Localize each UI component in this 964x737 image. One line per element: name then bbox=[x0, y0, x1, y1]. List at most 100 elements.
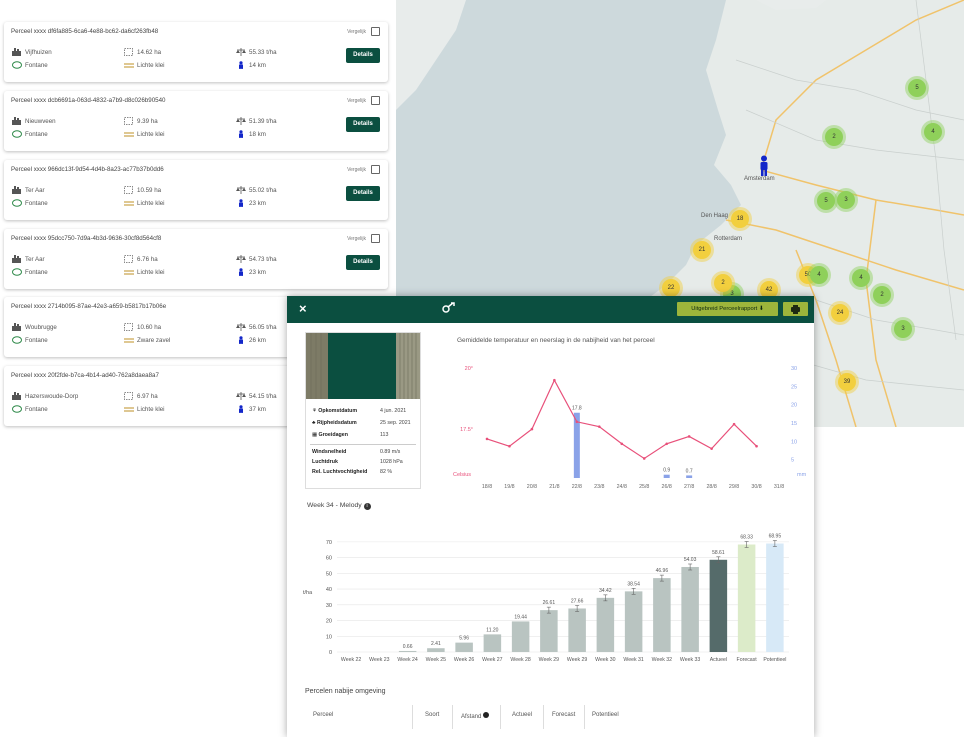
parcel-card[interactable]: Perceel xxxx df6fa885-6ca6-4e88-bc62-da6… bbox=[4, 22, 388, 82]
opkomst-value: 4 jun. 2021 bbox=[380, 408, 407, 414]
parcel-variety: Fontane bbox=[25, 405, 48, 413]
map-cluster[interactable]: 4 bbox=[810, 266, 828, 284]
plant-icon: ♣ bbox=[312, 420, 316, 426]
map-cluster[interactable]: 4 bbox=[924, 123, 942, 141]
groeidagen-value: 113 bbox=[380, 432, 389, 438]
groeidagen-label: Groeidagen bbox=[318, 432, 348, 438]
bar-value-label: 5.96 bbox=[459, 636, 469, 642]
groeidagen-row: ▦ Groeidagen 113 bbox=[312, 432, 388, 438]
parcel-location: Hazerswoude-Dorp bbox=[25, 392, 79, 400]
map-cluster[interactable]: 2 bbox=[873, 286, 891, 304]
bar-value-label: 68.95 bbox=[769, 534, 782, 540]
map-cluster[interactable]: 22 bbox=[662, 279, 680, 297]
map-cluster[interactable]: 24 bbox=[831, 304, 849, 322]
close-button[interactable]: × bbox=[299, 301, 307, 316]
scale-icon bbox=[236, 255, 246, 263]
print-button[interactable] bbox=[783, 302, 808, 316]
divider bbox=[500, 705, 501, 729]
bar-value-label: 19.44 bbox=[514, 614, 527, 620]
rijpheid-row: ♣ Rijpheidsdatum 25 sep. 2021 bbox=[312, 420, 411, 426]
potato-icon bbox=[12, 405, 22, 413]
druk-row: Luchtdruk 1028 hPa bbox=[312, 459, 403, 465]
map-cluster[interactable]: 4 bbox=[852, 269, 870, 287]
weather-chart: 20° 17.5° 30 25 20 15 10 5 Celsius mm 18/8 19/8 20/8… bbox=[453, 366, 807, 490]
parcel-location: Ter Aar bbox=[25, 186, 45, 194]
x-tick-label: 26/8 bbox=[662, 484, 672, 490]
vocht-value: 82 % bbox=[380, 469, 393, 475]
map-cluster[interactable]: 5 bbox=[908, 79, 926, 97]
bar-value-label: 0.9 bbox=[663, 468, 670, 474]
soil-icon bbox=[124, 407, 134, 412]
farm-icon bbox=[12, 48, 21, 56]
parcel-card[interactable]: Perceel xxxx 966dc13f-9d54-4d4b-8a23-ac7… bbox=[4, 160, 388, 220]
x-tick-label: 24/8 bbox=[617, 484, 627, 490]
x-tick-label: Week 25 bbox=[426, 657, 446, 663]
parcel-detail-panel: × Uitgebreid Perceelrapport ⬇ ⚘ Opkomstd… bbox=[287, 296, 814, 737]
x-tick-label: Week 29 bbox=[567, 657, 587, 663]
parcel-card[interactable]: Perceel xxxx 95dcc750-7d9a-4b3d-9636-30c… bbox=[4, 229, 388, 289]
details-button[interactable]: Details bbox=[346, 186, 380, 201]
area-icon bbox=[124, 186, 133, 194]
y-tick-label: 10 bbox=[326, 634, 332, 640]
x-tick-label: Week 33 bbox=[680, 657, 700, 663]
map-cluster[interactable]: 18 bbox=[731, 210, 749, 228]
compare-checkbox[interactable] bbox=[371, 27, 380, 36]
temperature-point bbox=[575, 420, 579, 424]
parcel-area: 6.76 ha bbox=[137, 255, 158, 263]
divider bbox=[412, 705, 413, 729]
th-afstand[interactable]: Afstand bbox=[461, 712, 490, 720]
left-tick-label: 17.5° bbox=[460, 427, 473, 433]
druk-label: Luchtdruk bbox=[312, 459, 338, 465]
report-button[interactable]: Uitgebreid Perceelrapport ⬇ bbox=[677, 302, 778, 316]
temperature-point bbox=[508, 444, 511, 448]
x-tick-label: 31/8 bbox=[774, 484, 784, 490]
farm-icon bbox=[12, 186, 21, 194]
area-icon bbox=[124, 117, 133, 125]
map-cluster[interactable]: 5 bbox=[817, 192, 835, 210]
parcel-variety: Fontane bbox=[25, 130, 48, 138]
th-forecast[interactable]: Forecast bbox=[552, 712, 575, 718]
map-cluster[interactable]: 3 bbox=[894, 320, 912, 338]
right-tick-label: 15 bbox=[791, 421, 797, 427]
yield-bar bbox=[427, 648, 445, 652]
map-cluster[interactable]: 3 bbox=[837, 191, 855, 209]
wind-label: Windsnelheid bbox=[312, 449, 347, 455]
compare-checkbox[interactable] bbox=[371, 234, 380, 243]
details-button[interactable]: Details bbox=[346, 48, 380, 63]
th-actueel[interactable]: Actueel bbox=[512, 712, 532, 718]
potato-icon bbox=[12, 130, 22, 138]
parcel-area: 10.59 ha bbox=[137, 186, 162, 194]
x-tick-label: Week 32 bbox=[652, 657, 672, 663]
right-tick-label: 5 bbox=[791, 458, 794, 464]
details-button[interactable]: Details bbox=[346, 255, 380, 270]
x-tick-label: 19/8 bbox=[504, 484, 514, 490]
left-tick-label: 20° bbox=[465, 366, 473, 372]
compare-checkbox[interactable] bbox=[371, 96, 380, 105]
person-icon bbox=[239, 268, 243, 276]
potato-icon bbox=[12, 61, 22, 69]
map-cluster[interactable]: 21 bbox=[693, 241, 711, 259]
compare-checkbox[interactable] bbox=[371, 165, 380, 174]
details-button[interactable]: Details bbox=[346, 117, 380, 132]
person-marker-icon[interactable] bbox=[758, 155, 770, 177]
parcel-card[interactable]: Perceel xxxx dcb6691a-063d-4832-a7b9-d8c… bbox=[4, 91, 388, 151]
vocht-label: Rel. Luchtvochtigheid bbox=[312, 469, 368, 475]
info-icon[interactable]: i bbox=[363, 503, 371, 510]
map-cluster[interactable]: 2 bbox=[714, 274, 732, 292]
potato-icon bbox=[12, 268, 22, 276]
download-icon: ⬇ bbox=[758, 306, 764, 312]
report-button-label: Uitgebreid Perceelrapport bbox=[691, 306, 758, 312]
x-tick-label: Actueel bbox=[710, 657, 727, 663]
th-soort[interactable]: Soort bbox=[425, 712, 439, 718]
map-cluster[interactable]: 2 bbox=[825, 128, 843, 146]
divider bbox=[310, 444, 416, 445]
map-cluster[interactable]: 39 bbox=[838, 373, 856, 391]
x-tick-label: 23/8 bbox=[594, 484, 604, 490]
rijpheid-value: 25 sep. 2021 bbox=[380, 420, 411, 426]
compare-label: Vergelijk bbox=[347, 98, 366, 104]
scale-icon bbox=[236, 48, 246, 56]
parcel-title: Perceel xxxx 966dc13f-9d54-4d4b-8a23-ac7… bbox=[11, 166, 164, 173]
th-potentieel[interactable]: Potentieel bbox=[592, 712, 619, 718]
right-tick-label: 20 bbox=[791, 403, 797, 409]
th-perceel[interactable]: Perceel bbox=[313, 712, 333, 718]
